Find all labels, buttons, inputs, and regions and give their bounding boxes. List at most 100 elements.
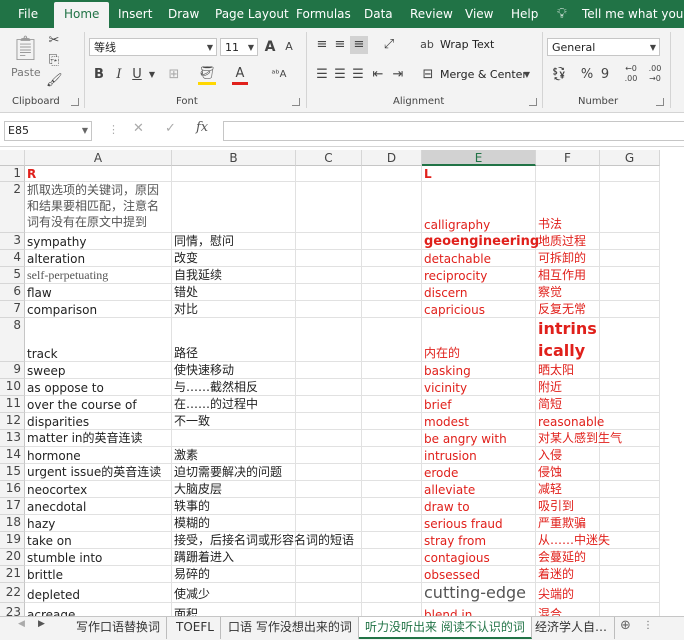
cell-c12[interactable] [296, 413, 362, 430]
cell-c10[interactable] [296, 379, 362, 396]
add-sheet-icon[interactable]: ⊕ [620, 618, 631, 633]
cell-b20[interactable]: 蹒跚着进入 [172, 549, 296, 566]
cell-g18[interactable] [600, 515, 660, 532]
cell-e21[interactable]: obsessed [422, 566, 536, 583]
cell-b18[interactable]: 模糊的 [172, 515, 296, 532]
more-options-icon[interactable]: ⋮ [643, 620, 653, 631]
cell-f17[interactable]: 吸引到 [536, 498, 600, 515]
menu-view[interactable]: View [465, 0, 493, 28]
align-top-icon[interactable]: ≡ [314, 36, 330, 54]
row-header[interactable]: 8 [0, 318, 25, 362]
cell-a2[interactable]: 抓取选项的关键词，原因和结果要相匹配，注意名词有没有在原文中提到 [25, 182, 172, 233]
cell-d20[interactable] [362, 549, 422, 566]
cell-f15[interactable]: 侵蚀 [536, 464, 600, 481]
cell-e18[interactable]: serious fraud [422, 515, 536, 532]
comma-style-button[interactable]: 9 [598, 66, 612, 84]
cell-f21[interactable]: 着迷的 [536, 566, 600, 583]
cell-f10[interactable]: 附近 [536, 379, 600, 396]
cell-g17[interactable] [600, 498, 660, 515]
row-header[interactable]: 13 [0, 430, 25, 447]
cell-e7[interactable]: capricious [422, 301, 536, 318]
cell-b21[interactable]: 易碎的 [172, 566, 296, 583]
cell-e23[interactable]: blend in [422, 603, 536, 616]
wrap-text-button[interactable]: Wrap Text [440, 38, 494, 51]
align-middle-icon[interactable]: ≡ [332, 36, 348, 54]
chevron-down-icon[interactable]: ▼ [522, 66, 532, 84]
menu-home[interactable]: Home [54, 2, 110, 28]
cell-a8[interactable]: track [25, 318, 172, 362]
align-bottom-icon[interactable]: ≡ [350, 36, 368, 54]
cell-f9[interactable]: 晒太阳 [536, 362, 600, 379]
cell-b14[interactable]: 激素 [172, 447, 296, 464]
cell-e16[interactable]: alleviate [422, 481, 536, 498]
cell-c17[interactable] [296, 498, 362, 515]
column-header-d[interactable]: D [362, 150, 422, 166]
cell-g2[interactable] [600, 182, 660, 233]
cell-c23[interactable] [296, 603, 362, 616]
cell-f16[interactable]: 减轻 [536, 481, 600, 498]
row-header[interactable]: 21 [0, 566, 25, 583]
cell-g4[interactable] [600, 250, 660, 267]
cell-e9[interactable]: basking [422, 362, 536, 379]
menu-insert[interactable]: Insert [118, 0, 152, 28]
cell-g19[interactable] [600, 532, 660, 549]
cell-g5[interactable] [600, 267, 660, 284]
cell-g10[interactable] [600, 379, 660, 396]
cell-g6[interactable] [600, 284, 660, 301]
cell-c19[interactable] [296, 532, 362, 549]
menu-review[interactable]: Review [410, 0, 453, 28]
cell-f8[interactable]: intrinsically [536, 318, 600, 362]
cell-d12[interactable] [362, 413, 422, 430]
row-header[interactable]: 2 [0, 182, 25, 233]
bold-button[interactable]: B [92, 66, 106, 84]
cell-e4[interactable]: detachable [422, 250, 536, 267]
cell-g11[interactable] [600, 396, 660, 413]
cell-b22[interactable]: 使减少 [172, 583, 296, 603]
cell-c14[interactable] [296, 447, 362, 464]
paste-icon[interactable]: 📋︎ [10, 34, 40, 62]
cell-g21[interactable] [600, 566, 660, 583]
cell-b6[interactable]: 错处 [172, 284, 296, 301]
cell-b1[interactable] [172, 166, 296, 182]
worksheet-grid[interactable]: A B C D E F G 1 R L 2 抓取选项的关键词，原因和结果要相匹配，注意名词有没有在原文… [0, 150, 684, 616]
number-launcher-icon[interactable] [656, 98, 664, 106]
cell-c22[interactable] [296, 583, 362, 603]
name-box[interactable]: E85 ▼ [4, 121, 92, 141]
cell-e11[interactable]: brief [422, 396, 536, 413]
menu-help[interactable]: Help [511, 0, 538, 28]
cell-f14[interactable]: 入侵 [536, 447, 600, 464]
cell-a19[interactable]: take on [25, 532, 172, 549]
cell-f1[interactable] [536, 166, 600, 182]
cell-c4[interactable] [296, 250, 362, 267]
cut-icon[interactable]: ✂ [46, 32, 62, 50]
cell-d3[interactable] [362, 233, 422, 250]
cell-d6[interactable] [362, 284, 422, 301]
cell-e10[interactable]: vicinity [422, 379, 536, 396]
cell-d17[interactable] [362, 498, 422, 515]
cell-b15[interactable]: 迫切需要解决的问题 [172, 464, 296, 481]
merge-center-icon[interactable]: ⊟ [420, 66, 436, 84]
menu-page-layout[interactable]: Page Layout [215, 0, 289, 28]
row-header[interactable]: 18 [0, 515, 25, 532]
font-launcher-icon[interactable] [292, 98, 300, 106]
orientation-icon[interactable]: ⤢ [378, 36, 400, 54]
sheet-tab[interactable]: 口语 写作没想出来的词 [222, 617, 359, 639]
phonetic-guide-icon[interactable]: ᵃᵇA [268, 66, 290, 84]
row-header[interactable]: 3 [0, 233, 25, 250]
cell-b16[interactable]: 大脑皮层 [172, 481, 296, 498]
cell-e15[interactable]: erode [422, 464, 536, 481]
cell-d16[interactable] [362, 481, 422, 498]
cell-f7[interactable]: 反复无常 [536, 301, 600, 318]
cell-c8[interactable] [296, 318, 362, 362]
row-header[interactable]: 17 [0, 498, 25, 515]
cell-d9[interactable] [362, 362, 422, 379]
cell-b2[interactable] [172, 182, 296, 233]
italic-button[interactable]: I [112, 66, 126, 84]
cell-d5[interactable] [362, 267, 422, 284]
decrease-decimal-button[interactable]: .00 →0 [644, 64, 666, 84]
cell-a15[interactable]: urgent issue的英音连读 [25, 464, 172, 481]
cell-d1[interactable] [362, 166, 422, 182]
cell-f2[interactable]: 书法 [536, 182, 600, 233]
cell-c20[interactable] [296, 549, 362, 566]
cell-f18[interactable]: 严重欺骗 [536, 515, 600, 532]
